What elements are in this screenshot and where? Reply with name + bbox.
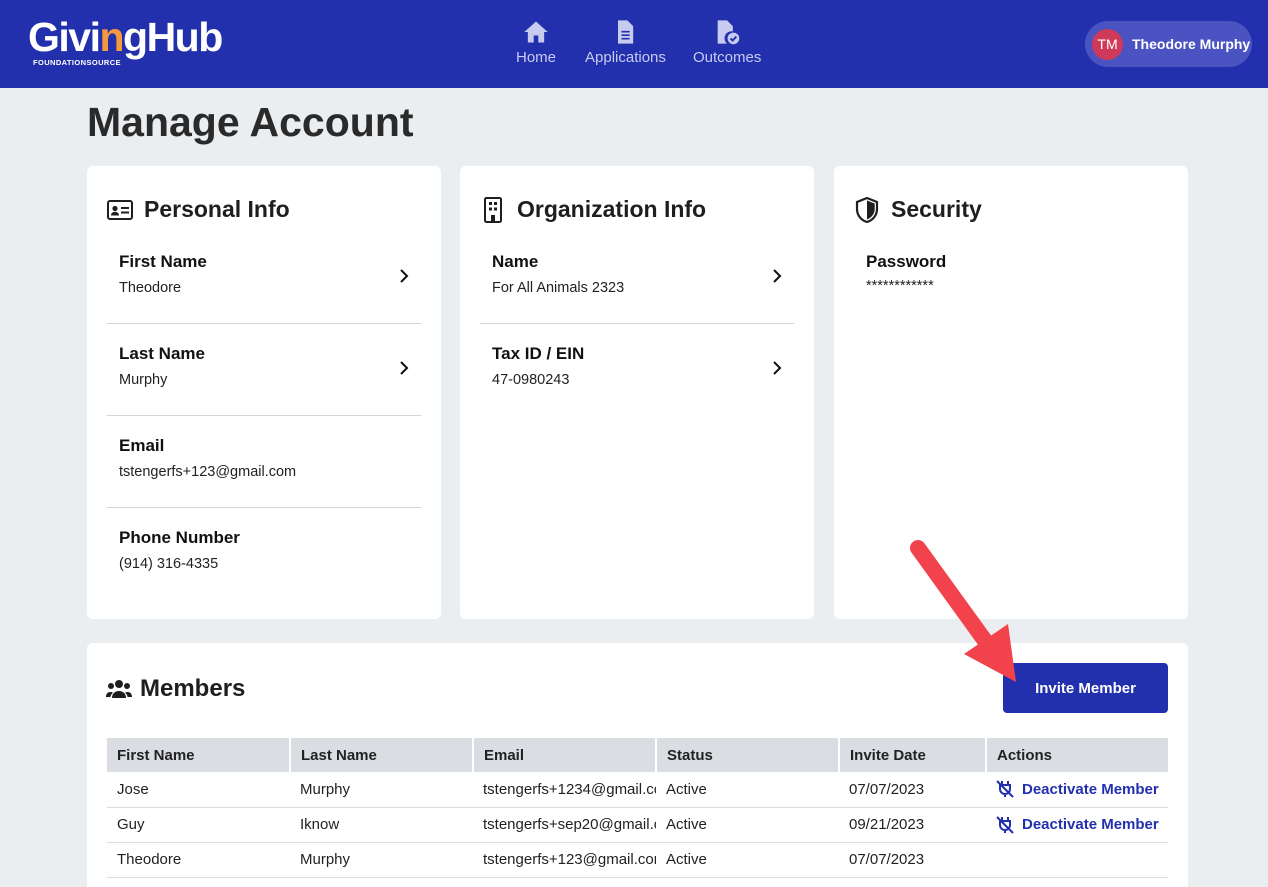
members-header: Members xyxy=(106,675,245,703)
last-name-field[interactable]: Last Name Murphy xyxy=(107,324,421,416)
table-row: Theodore Murphy tstengerfs+123@gmail.com… xyxy=(107,842,1168,878)
members-table: First Name Last Name Email Status Invite… xyxy=(107,738,1168,878)
table-header-row: First Name Last Name Email Status Invite… xyxy=(107,738,1168,772)
cell-last-name: Murphy xyxy=(290,772,473,808)
home-icon xyxy=(524,21,548,43)
user-menu-button[interactable]: TM Theodore Murphy xyxy=(1085,21,1252,67)
cell-status: Active xyxy=(656,772,839,808)
nav-outcomes[interactable]: Outcomes xyxy=(693,18,761,66)
document-check-icon xyxy=(717,20,740,45)
table-row: Jose Murphy tstengerfs+1234@gmail.com Ac… xyxy=(107,772,1168,808)
unplug-icon xyxy=(996,815,1014,834)
column-header-last-name[interactable]: Last Name xyxy=(290,738,474,772)
tax-id-field[interactable]: Tax ID / EIN 47-0980243 xyxy=(480,324,794,416)
cell-last-name: Iknow xyxy=(290,807,473,843)
deactivate-member-link[interactable]: Deactivate Member xyxy=(996,815,1168,834)
personal-info-header: Personal Info xyxy=(107,196,290,223)
cell-email: tstengerfs+1234@gmail.com xyxy=(473,772,656,808)
chevron-right-icon xyxy=(400,361,409,375)
column-header-invite-date[interactable]: Invite Date xyxy=(839,738,987,772)
top-navigation-bar: GivingHub FOUNDATIONSOURCE Home Applicat… xyxy=(0,0,1268,88)
shield-icon xyxy=(855,196,879,223)
document-icon xyxy=(618,20,634,44)
column-header-status[interactable]: Status xyxy=(656,738,840,772)
nav-applications[interactable]: Applications xyxy=(585,18,666,66)
users-icon xyxy=(106,680,132,698)
cell-first-name: Guy xyxy=(107,807,290,843)
user-name: Theodore Murphy xyxy=(1132,36,1251,52)
annotation-arrow xyxy=(910,540,1016,682)
cell-last-name: Murphy xyxy=(290,842,473,878)
email-field: Email tstengerfs+123@gmail.com xyxy=(107,416,421,508)
password-field: Password ************ xyxy=(866,252,947,294)
nav-home[interactable]: Home xyxy=(516,18,556,66)
cell-actions xyxy=(986,842,1168,878)
org-name-field[interactable]: Name For All Animals 2323 xyxy=(480,232,794,324)
cell-invite-date: 07/07/2023 xyxy=(839,842,986,878)
chevron-right-icon xyxy=(400,269,409,283)
page-title: Manage Account xyxy=(87,99,414,145)
security-header: Security xyxy=(854,196,982,223)
cell-first-name: Theodore xyxy=(107,842,290,878)
cell-email: tstengerfs+123@gmail.com xyxy=(473,842,656,878)
cell-invite-date: 09/21/2023 xyxy=(839,807,986,843)
id-card-icon xyxy=(107,199,133,220)
building-icon xyxy=(484,196,502,223)
cell-status: Active xyxy=(656,842,839,878)
givinghub-logo[interactable]: GivingHub FOUNDATIONSOURCE xyxy=(28,14,243,72)
cell-email: tstengerfs+sep20@gmail.com xyxy=(473,807,656,843)
chevron-right-icon xyxy=(773,269,782,283)
column-header-email[interactable]: Email xyxy=(473,738,657,772)
avatar: TM xyxy=(1092,28,1123,60)
column-header-first-name[interactable]: First Name xyxy=(107,738,291,772)
phone-number-field: Phone Number (914) 316-4335 xyxy=(119,528,240,572)
cell-status: Active xyxy=(656,807,839,843)
first-name-field[interactable]: First Name Theodore xyxy=(107,232,421,324)
personal-info-card: Personal Info First Name Theodore Last N… xyxy=(87,166,441,619)
organization-info-header: Organization Info xyxy=(480,196,706,223)
column-header-actions: Actions xyxy=(986,738,1168,772)
deactivate-member-link[interactable]: Deactivate Member xyxy=(996,780,1168,798)
chevron-right-icon xyxy=(773,361,782,375)
unplug-icon xyxy=(996,780,1014,798)
cell-first-name: Jose xyxy=(107,772,290,808)
cell-invite-date: 07/07/2023 xyxy=(839,772,986,808)
organization-info-card: Organization Info Name For All Animals 2… xyxy=(460,166,814,619)
table-row: Guy Iknow tstengerfs+sep20@gmail.com Act… xyxy=(107,807,1168,843)
